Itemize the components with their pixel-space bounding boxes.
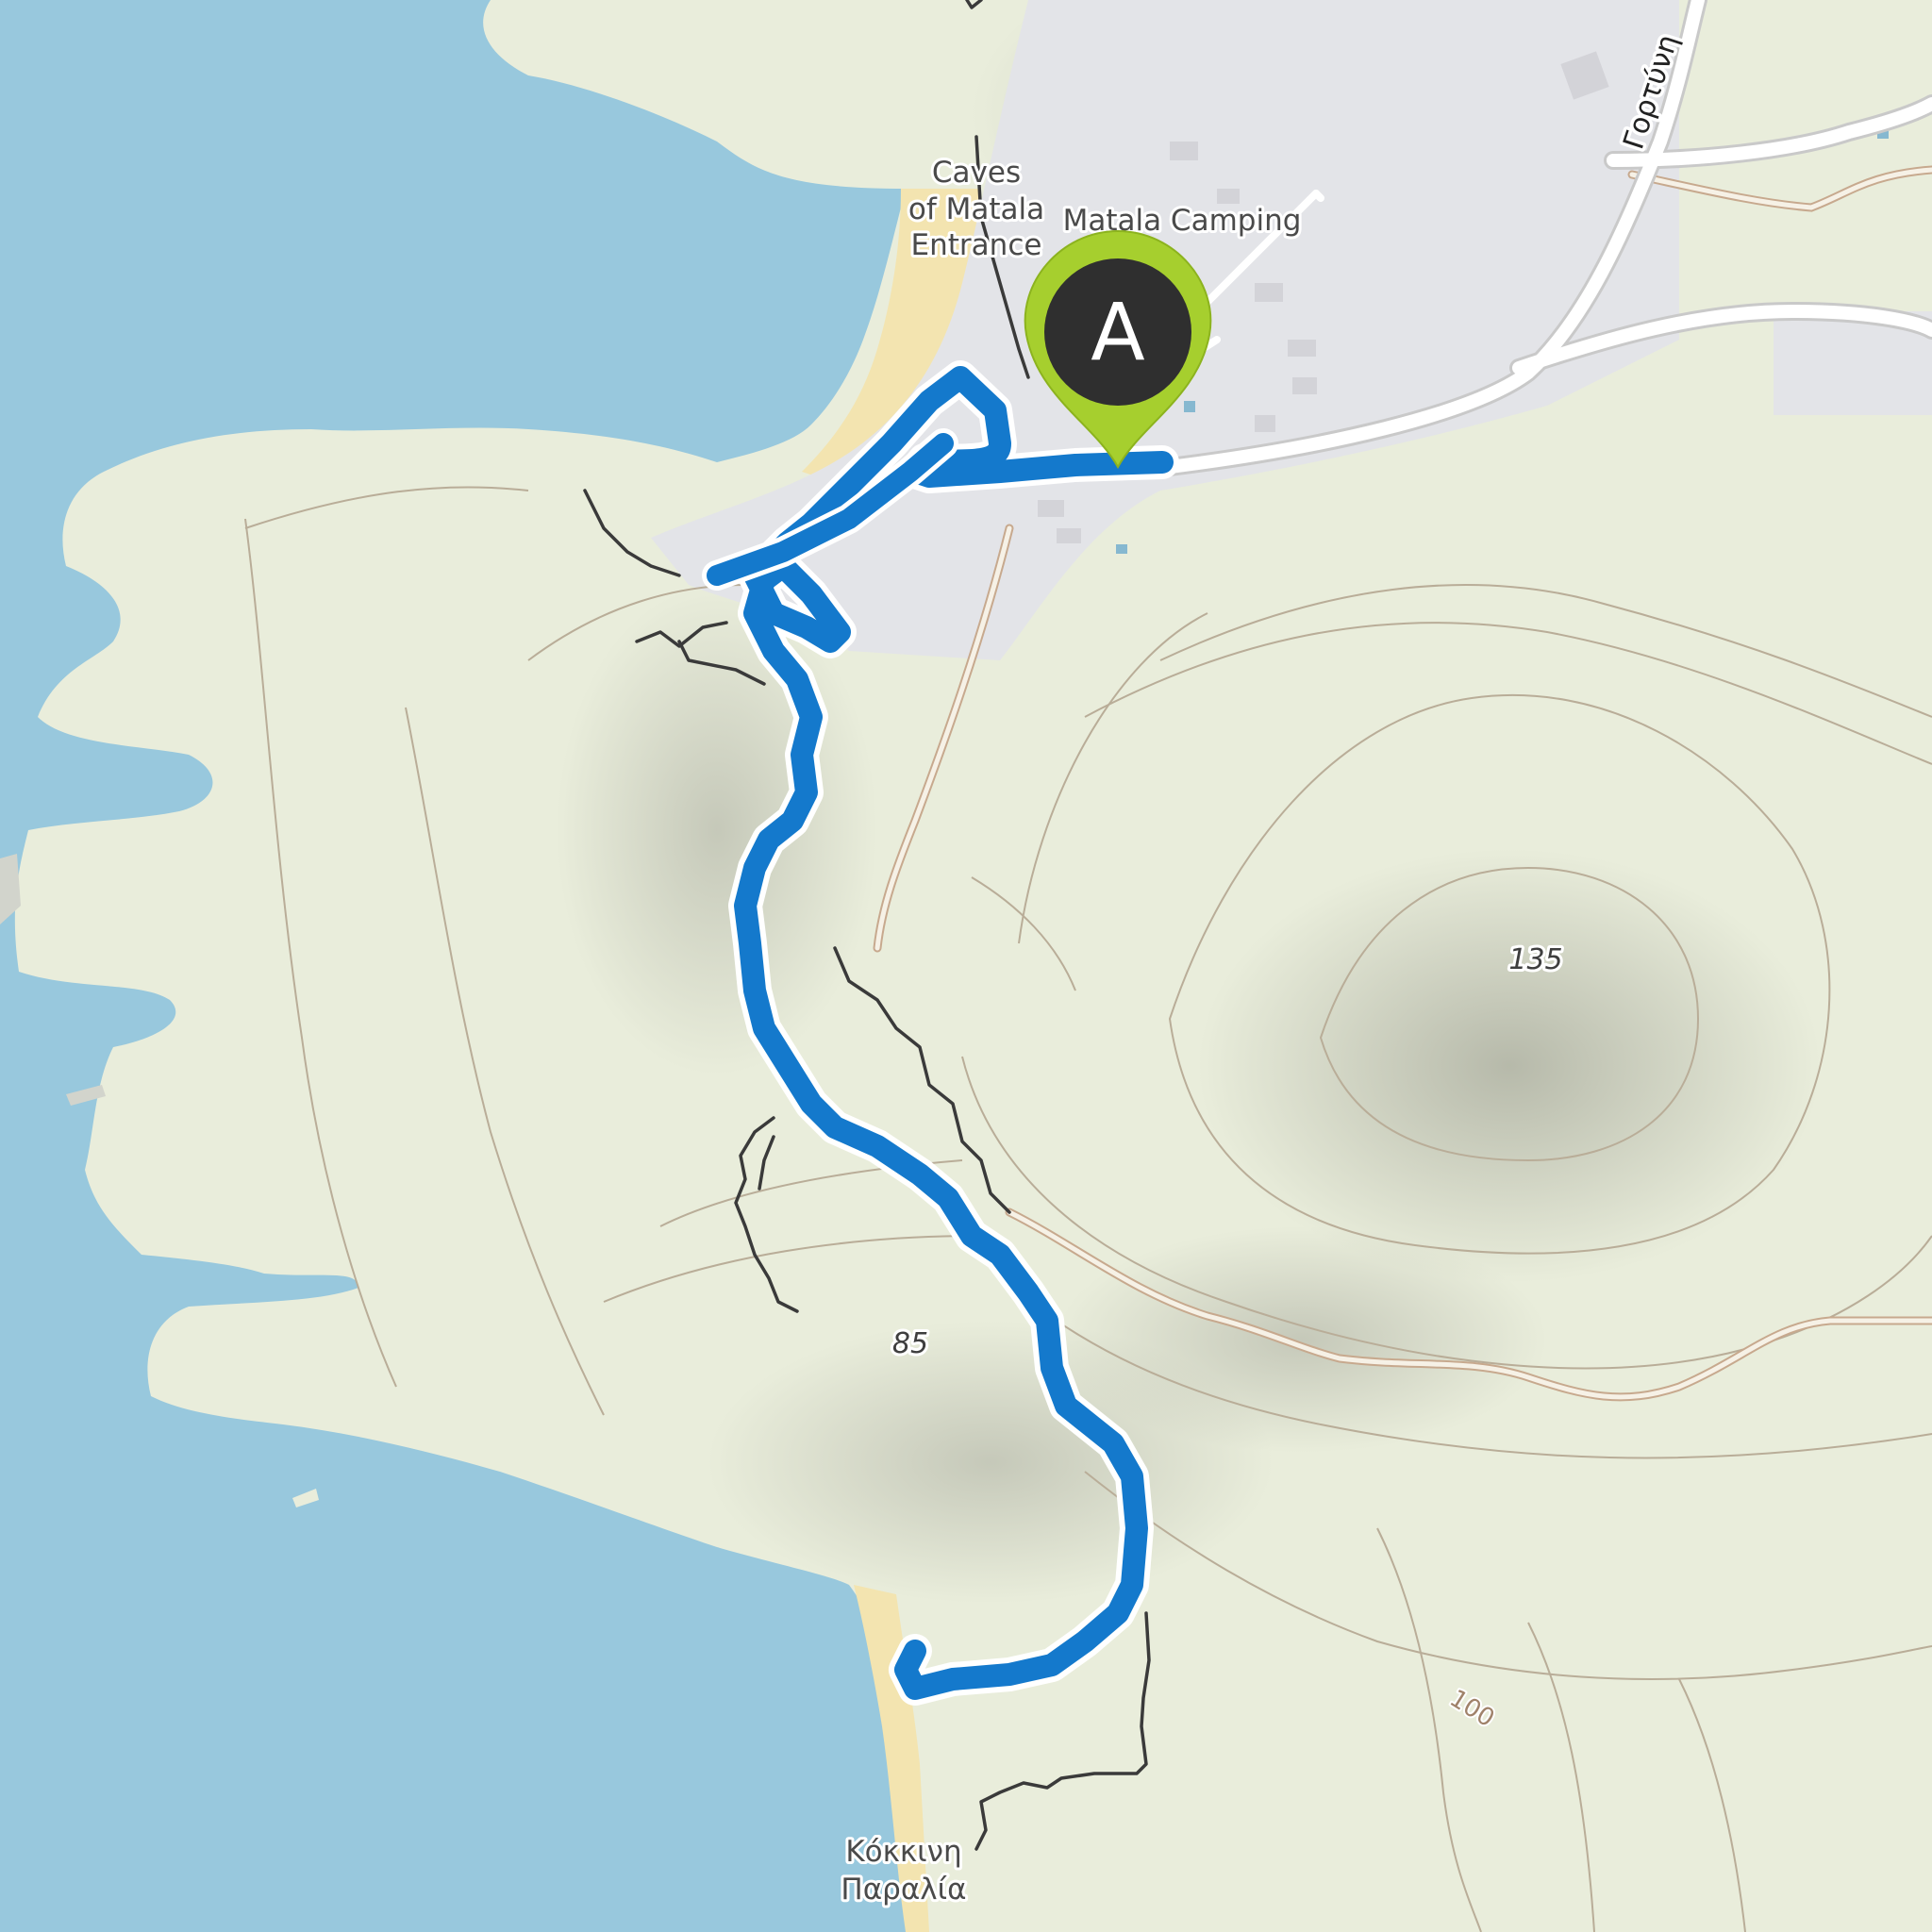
label-elevation-135: 135 — [1508, 943, 1562, 976]
label-caves-line1: Caves — [932, 156, 1021, 190]
map-view[interactable]: Caves of Matala Entrance Matala Camping … — [0, 0, 1932, 1932]
marker-label: A — [1091, 286, 1144, 378]
label-caves-line3: Entrance — [911, 228, 1042, 262]
map-canvas[interactable]: Caves of Matala Entrance Matala Camping … — [0, 0, 1932, 1932]
label-caves-line2: of Matala — [908, 192, 1044, 226]
label-elevation-85: 85 — [892, 1327, 928, 1360]
label-kokkini-line2: Παραλία — [841, 1873, 966, 1907]
label-kokkini-line1: Κόκκινη — [845, 1835, 961, 1869]
